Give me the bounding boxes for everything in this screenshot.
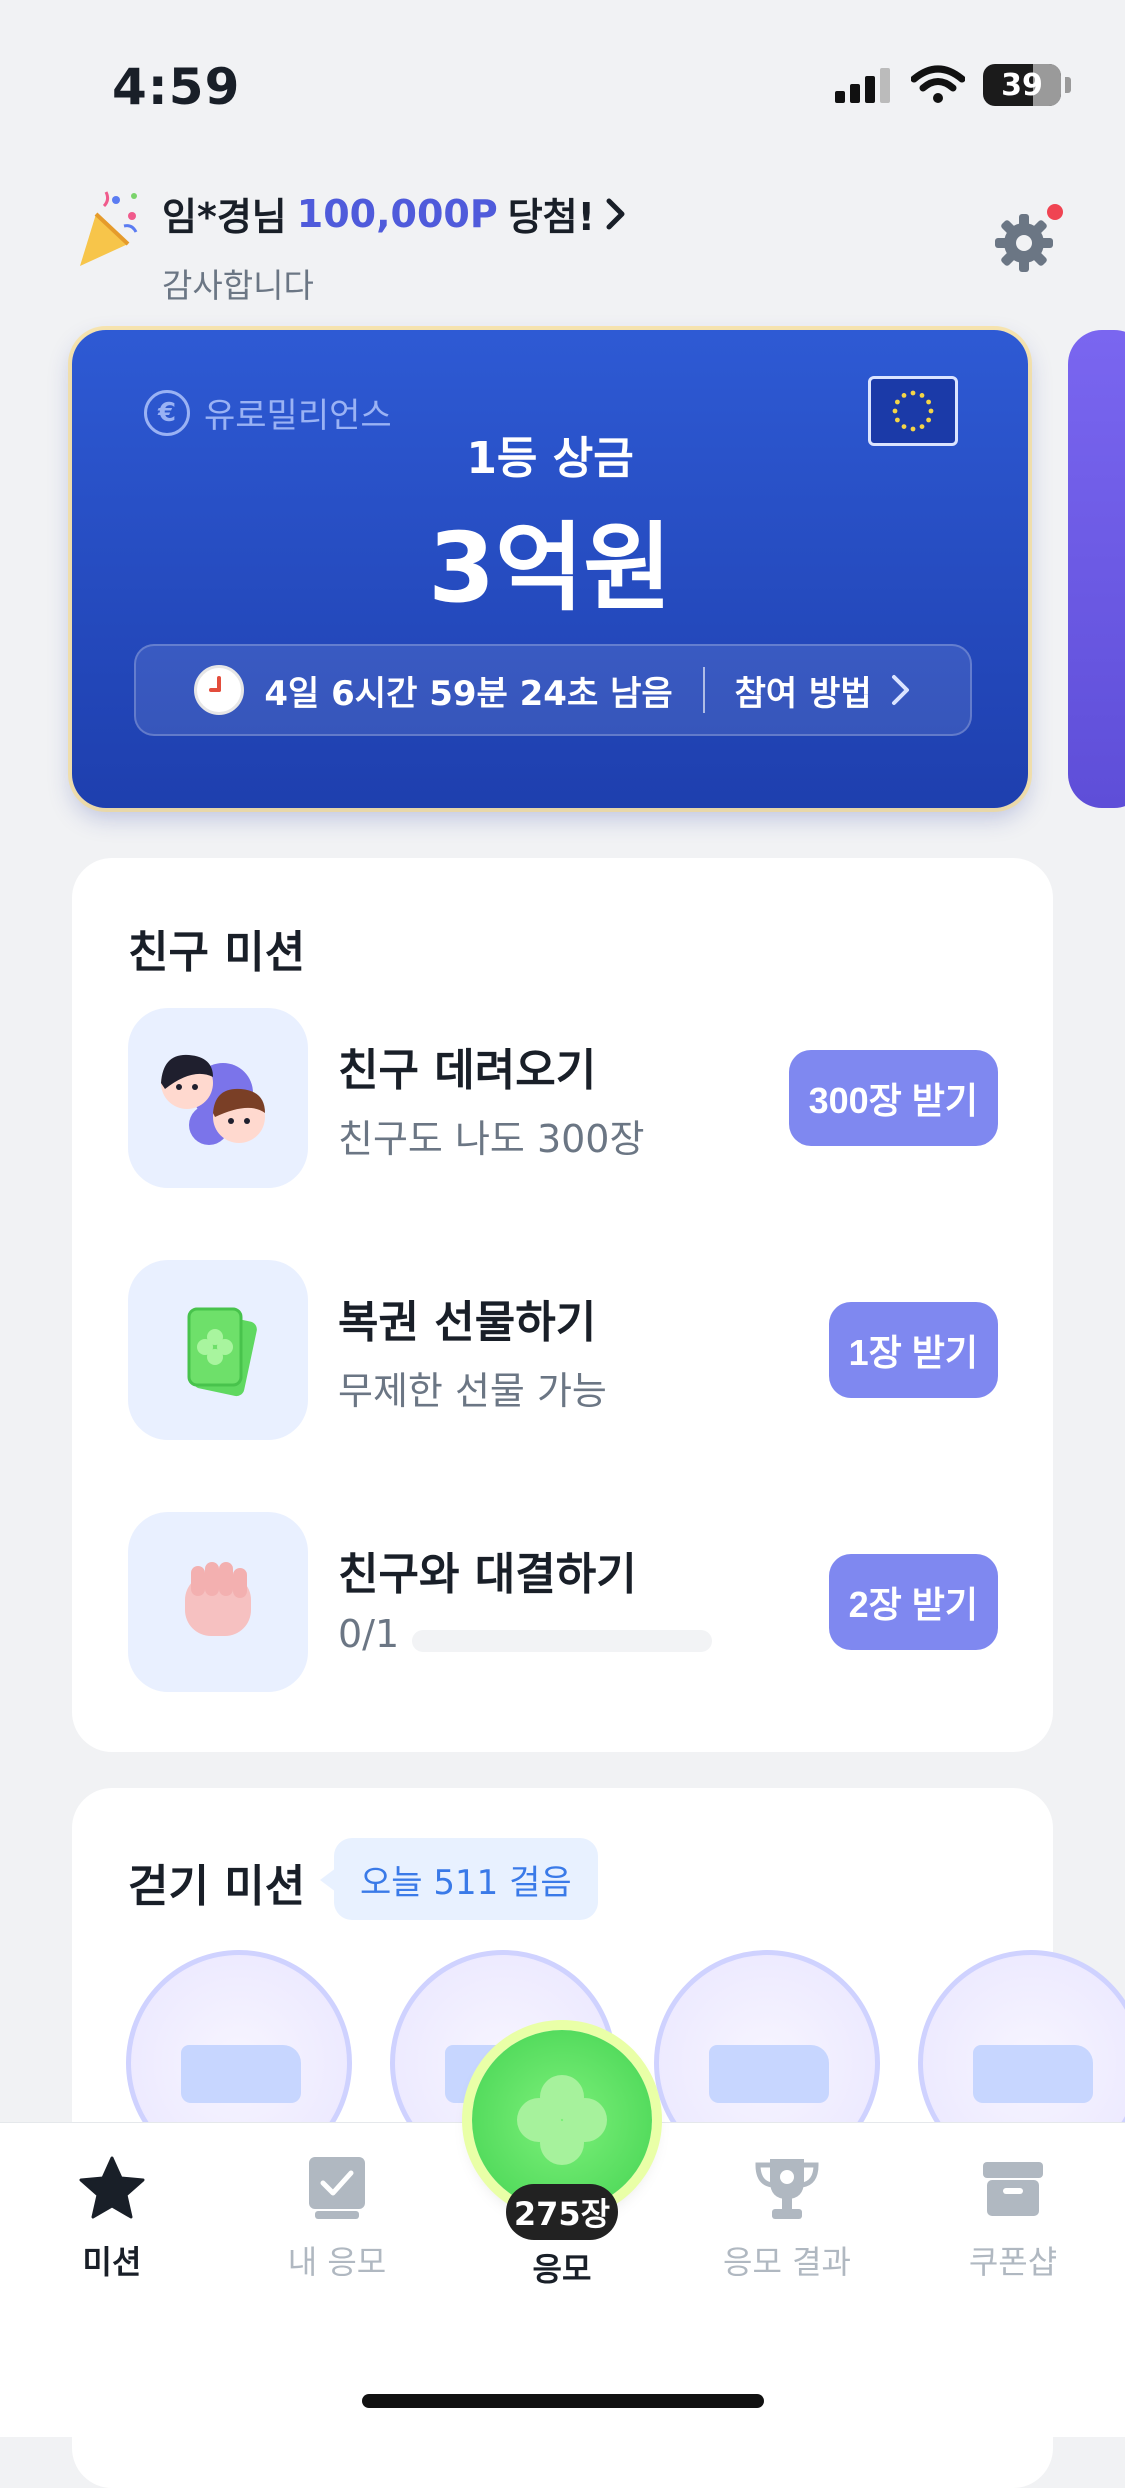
- clover-icon: [517, 2075, 607, 2165]
- winner-headline: 임*경님 100,000P 당첨!: [162, 186, 627, 241]
- mission-title: 친구와 대결하기: [338, 1549, 637, 1600]
- mission-icon-box: [128, 1260, 308, 1440]
- archive-box-icon: [983, 2162, 1043, 2216]
- next-prize-card-peek[interactable]: [1068, 330, 1125, 808]
- mission-row-invite[interactable]: 친구 데려오기 친구도 나도 300장 300장 받기: [128, 1008, 998, 1188]
- fist-icon: [185, 1562, 251, 1636]
- mission-progress-text: 0/1: [338, 1612, 400, 1656]
- status-time: 4:59: [112, 58, 241, 116]
- cellular-signal-icon: [835, 68, 890, 103]
- prize-amount: 3억원: [428, 512, 672, 624]
- winner-banner[interactable]: 임*경님 100,000P 당첨! 감사합니다: [76, 186, 627, 307]
- chevron-right-icon: [606, 198, 625, 229]
- entry-count-badge: 275장: [506, 2184, 618, 2240]
- nav-mission[interactable]: 미션: [37, 2153, 187, 2283]
- mission-title: 친구 데려오기: [338, 1045, 597, 1096]
- pill-divider: [702, 667, 705, 713]
- mission-icon-box: [128, 1512, 308, 1692]
- shoe-icon: [973, 2045, 1093, 2103]
- mission-subtitle: 친구도 나도 300장: [338, 1117, 645, 1161]
- walk-mission-title: 걷기 미션: [128, 1861, 306, 1912]
- nav-label-apply: 응모: [532, 2250, 592, 2288]
- apply-button[interactable]: [472, 2030, 652, 2210]
- step-count-badge: 오늘 511 걸음: [320, 1838, 598, 1920]
- shoe-icon: [181, 2045, 301, 2103]
- nav-results[interactable]: 응모 결과: [712, 2153, 862, 2283]
- how-to-link[interactable]: 참여 방법: [735, 666, 872, 715]
- mission-progress-bar: [412, 1630, 712, 1652]
- battery-icon: 39: [983, 64, 1061, 106]
- nav-label: 미션: [82, 2243, 142, 2281]
- mission-row-battle[interactable]: 친구와 대결하기 0/1 2장 받기: [128, 1512, 998, 1692]
- winner-points: 100,000P: [296, 191, 498, 236]
- prize-card[interactable]: € 유로밀리언스 1등 상금 3억원 4일 6시간 59분 24초 남음 참여 …: [72, 330, 1028, 808]
- nav-label: 응모 결과: [723, 2243, 851, 2281]
- winner-subtitle: 감사합니다: [162, 266, 314, 305]
- home-indicator: [362, 2394, 764, 2408]
- claim-gift-button[interactable]: 1장 받기: [828, 1302, 998, 1398]
- friends-icon: [161, 1054, 265, 1145]
- mission-icon-box: [128, 1008, 308, 1188]
- winner-name: 임*경님: [162, 195, 287, 239]
- countdown-text: 4일 6시간 59분 24초 남음: [264, 673, 673, 714]
- nav-my-entries[interactable]: 내 응모: [262, 2153, 412, 2283]
- wifi-icon: [911, 65, 965, 103]
- settings-button[interactable]: [993, 204, 1063, 274]
- friend-mission-card: 친구 미션 친구 데려오기 친구도 나도 300장 300장 받기 복권 선물하…: [72, 858, 1053, 1752]
- gear-icon: [995, 214, 1053, 272]
- winner-suffix: 당첨!: [507, 195, 595, 239]
- chevron-right-icon: [891, 675, 909, 705]
- party-popper-icon: [80, 191, 138, 266]
- prize-label: 1등 상금: [466, 433, 634, 484]
- checkbox-icon: [309, 2157, 365, 2219]
- mission-row-gift[interactable]: 복권 선물하기 무제한 선물 가능 1장 받기: [128, 1260, 998, 1440]
- mission-subtitle: 무제한 선물 가능: [338, 1369, 607, 1413]
- nav-coupon-shop[interactable]: 쿠폰샵: [938, 2153, 1088, 2283]
- claim-invite-button[interactable]: 300장 받기: [788, 1050, 998, 1146]
- status-indicators: 39: [835, 64, 1071, 106]
- shoe-icon: [709, 2045, 829, 2103]
- trophy-icon: [755, 2159, 819, 2219]
- nav-label: 쿠폰샵: [968, 2243, 1058, 2281]
- battery-level: 39: [1001, 67, 1043, 103]
- friend-mission-title: 친구 미션: [128, 927, 306, 978]
- nav-label: 내 응모: [287, 2243, 387, 2281]
- countdown-pill: 4일 6시간 59분 24초 남음 참여 방법: [134, 644, 972, 736]
- claim-battle-button[interactable]: 2장 받기: [828, 1554, 998, 1650]
- notification-dot: [1047, 204, 1063, 220]
- star-icon: [79, 2156, 145, 2219]
- lottery-ticket-icon: [187, 1307, 257, 1397]
- mission-title: 복권 선물하기: [338, 1297, 597, 1348]
- clock-icon: [194, 665, 245, 715]
